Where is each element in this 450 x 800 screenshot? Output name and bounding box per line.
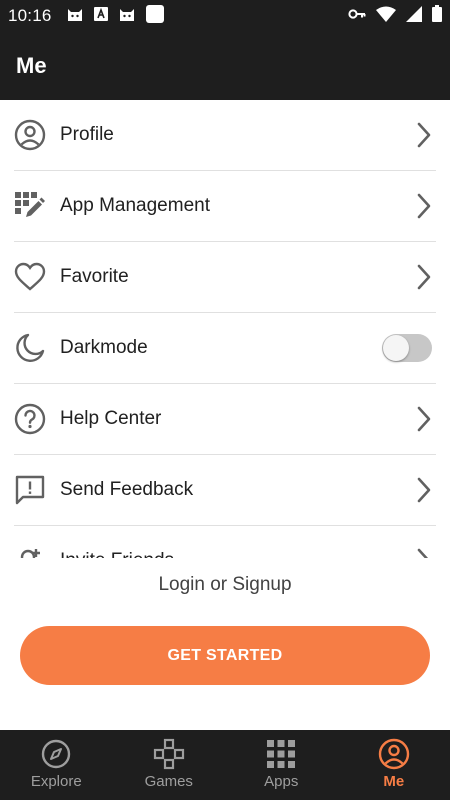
nav-item-me[interactable]: Me	[338, 730, 450, 800]
menu-item-invite-friends[interactable]: Invite Friends	[14, 526, 436, 558]
add-person-icon	[14, 545, 46, 558]
settings-menu: Profile App Management Favorite Darkmode	[0, 100, 450, 558]
chevron-right-icon	[414, 476, 434, 504]
nav-item-apps[interactable]: Apps	[225, 730, 338, 800]
menu-item-app-management[interactable]: App Management	[14, 171, 436, 242]
account-circle-icon	[378, 738, 410, 770]
a-notification-icon	[93, 6, 108, 26]
status-bar: 10:16	[0, 0, 450, 32]
darkmode-toggle[interactable]	[382, 334, 432, 362]
nav-label: Me	[383, 773, 405, 790]
chevron-right-icon	[414, 405, 434, 433]
chevron-right-icon	[414, 121, 434, 149]
moon-icon	[14, 332, 46, 364]
menu-item-label: App Management	[60, 195, 210, 216]
gamepad-icon	[153, 738, 185, 770]
signal-icon	[406, 5, 422, 27]
help-circle-icon	[14, 403, 46, 435]
nav-item-games[interactable]: Games	[113, 730, 226, 800]
chevron-right-icon	[414, 192, 434, 220]
nav-item-explore[interactable]: Explore	[0, 730, 113, 800]
login-prompt: Login or Signup	[158, 574, 292, 595]
status-time: 10:16	[8, 6, 52, 25]
system-icons	[348, 5, 442, 27]
menu-item-label: Profile	[60, 124, 114, 145]
cat-notification-icon	[66, 6, 84, 27]
toggle-knob	[383, 335, 409, 361]
menu-item-label: Send Feedback	[60, 479, 194, 500]
menu-item-label: Favorite	[60, 266, 129, 287]
nav-label: Explore	[30, 773, 82, 790]
vpn-key-icon	[348, 7, 366, 25]
app-management-icon	[14, 190, 46, 222]
menu-item-help-center[interactable]: Help Center	[14, 384, 436, 455]
menu-item-darkmode: Darkmode	[14, 313, 436, 384]
get-started-button[interactable]: GET STARTED	[20, 626, 430, 685]
menu-item-label: Darkmode	[60, 337, 148, 358]
notification-icons	[66, 4, 164, 28]
apps-grid-icon	[265, 738, 297, 770]
page-title: Me	[16, 53, 47, 78]
cat-notification-icon	[118, 6, 136, 27]
battery-icon	[432, 5, 442, 27]
chevron-right-icon	[414, 263, 434, 291]
menu-item-favorite[interactable]: Favorite	[14, 242, 436, 313]
feedback-icon	[14, 474, 46, 506]
blank-notification-icon	[145, 4, 164, 28]
compass-icon	[40, 738, 72, 770]
bottom-navigation: Explore Games Apps Me	[0, 730, 450, 800]
chevron-right-icon	[414, 547, 434, 558]
menu-item-label: Help Center	[60, 408, 162, 429]
wifi-icon	[376, 6, 396, 27]
menu-item-profile[interactable]: Profile	[14, 100, 436, 171]
app-bar: Me	[0, 32, 450, 100]
heart-icon	[14, 261, 46, 293]
account-circle-icon	[14, 119, 46, 151]
menu-item-send-feedback[interactable]: Send Feedback	[14, 455, 436, 526]
nav-label: Games	[144, 773, 193, 790]
nav-label: Apps	[264, 773, 299, 790]
menu-item-label: Invite Friends	[60, 550, 174, 558]
